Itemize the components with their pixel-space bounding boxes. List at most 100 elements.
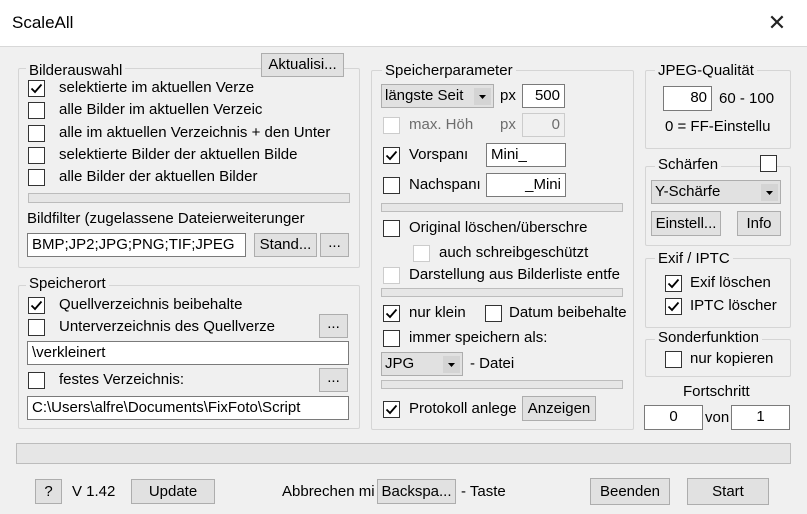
copy-only-label: nur kopieren	[690, 350, 774, 367]
subfolder-input[interactable]: \verkleinert	[27, 341, 349, 365]
format-suffix-label: - Datei	[470, 355, 515, 372]
fixed-folder-label: festes Verzeichnis:	[59, 371, 185, 388]
subfolder-checkbox[interactable]	[28, 319, 45, 336]
save-progress-bar-2	[381, 288, 623, 297]
progress-label: Fortschritt	[683, 383, 750, 400]
keep-date-checkbox[interactable]	[485, 305, 502, 322]
sharpen-checkbox[interactable]	[760, 155, 777, 172]
fixed-folder-browse-button[interactable]: ...	[319, 368, 348, 392]
exif-delete-label: Exif löschen	[690, 274, 771, 291]
suffix-label: Nachspanı	[409, 176, 481, 193]
selection-option-label: alle Bilder im aktuellen Verzeic	[59, 101, 263, 118]
help-button[interactable]: ?	[35, 479, 62, 504]
title-bar: ScaleAll ✕	[0, 0, 807, 47]
progress-of-label: von	[705, 409, 730, 426]
selection-option-checkbox[interactable]	[28, 125, 45, 142]
selection-option-checkbox[interactable]	[28, 80, 45, 97]
px-label: px	[500, 87, 516, 104]
sharpen-settings-button[interactable]: Einstell...	[651, 211, 721, 236]
keep-source-checkbox[interactable]	[28, 297, 45, 314]
fixed-folder-checkbox[interactable]	[28, 372, 45, 389]
selection-option-label: alle Bilder der aktuellen Bilder	[59, 168, 258, 185]
suffix-checkbox[interactable]	[383, 177, 400, 194]
filter-input[interactable]: BMP;JP2;JPG;PNG;TIF;JPEG	[27, 233, 246, 257]
cancel-key-button[interactable]: Backspa...	[377, 479, 456, 504]
checkmark-icon	[667, 278, 680, 289]
prefix-label: Vorspanı	[409, 146, 469, 163]
selection-progress-bar	[28, 193, 350, 203]
sharpen-group-label: Schärfen	[655, 156, 722, 174]
exif-delete-checkbox[interactable]	[665, 275, 682, 292]
save-params-group-label: Speicherparameter	[382, 62, 516, 80]
close-icon[interactable]: ✕	[752, 5, 802, 41]
storage-location-group-label: Speicherort	[26, 275, 109, 293]
special-group-label: Sonderfunktion	[655, 329, 762, 347]
quit-button[interactable]: Beenden	[590, 478, 670, 505]
jpeg-quality-range: 60 - 100	[719, 90, 775, 107]
checkmark-icon	[385, 150, 398, 161]
start-button[interactable]: Start	[687, 478, 769, 505]
list-display-label: Darstellung aus Bilderliste entfe	[409, 266, 620, 283]
checkmark-icon	[385, 308, 398, 319]
cancel-hint-suffix: - Taste	[461, 483, 506, 500]
jpeg-quality-input[interactable]: 80	[663, 86, 712, 111]
progress-current: 0	[644, 405, 703, 430]
chevron-down-icon	[761, 184, 778, 201]
save-progress-bar-3	[381, 380, 623, 389]
copy-only-checkbox[interactable]	[665, 351, 682, 368]
max-height-checkbox[interactable]	[383, 117, 400, 134]
refresh-button[interactable]: Aktualisi...	[261, 53, 344, 77]
chevron-down-icon	[474, 88, 491, 105]
exif-iptc-group	[645, 258, 791, 328]
side-select[interactable]: längste Seit	[381, 84, 494, 108]
fixed-folder-input[interactable]: C:\Users\alfre\Documents\FixFoto\Script	[27, 396, 349, 420]
only-small-label: nur klein	[409, 304, 466, 321]
selection-option-checkbox[interactable]	[28, 147, 45, 164]
subfolder-browse-button[interactable]: ...	[319, 314, 348, 338]
format-select[interactable]: JPG	[381, 352, 463, 376]
list-display-checkbox[interactable]	[383, 267, 400, 284]
log-checkbox[interactable]	[383, 401, 400, 418]
prefix-input[interactable]: Mini_	[486, 143, 566, 167]
sharpen-info-button[interactable]: Info	[737, 211, 781, 236]
checkmark-icon	[385, 404, 398, 415]
only-small-checkbox[interactable]	[383, 305, 400, 322]
keep-source-label: Quellverzeichnis beibehalte	[59, 296, 243, 313]
selection-option-checkbox[interactable]	[28, 169, 45, 186]
keep-date-label: Datum beibehalte	[509, 304, 627, 321]
suffix-input[interactable]: _Mini	[486, 173, 566, 197]
checkmark-icon	[30, 300, 43, 311]
overall-progress-bar	[16, 443, 791, 464]
format-select-value: JPG	[385, 355, 415, 372]
sharpen-select[interactable]: Y-Schärfe	[651, 180, 781, 204]
update-button[interactable]: Update	[131, 479, 215, 504]
jpeg-quality-group-label: JPEG-Qualität	[655, 62, 757, 80]
iptc-delete-checkbox[interactable]	[665, 298, 682, 315]
checkmark-icon	[30, 83, 43, 94]
window-title: ScaleAll	[12, 13, 74, 32]
delete-original-checkbox[interactable]	[383, 220, 400, 237]
always-save-label: immer speichern als:	[409, 329, 548, 346]
always-save-checkbox[interactable]	[383, 330, 400, 347]
chevron-down-icon	[443, 356, 460, 373]
max-height-label: max. Höh	[409, 116, 474, 133]
version-label: V 1.42	[72, 483, 116, 500]
sharpen-select-value: Y-Schärfe	[655, 183, 721, 200]
standard-button[interactable]: Stand...	[254, 233, 317, 257]
selection-option-label: alle im aktuellen Verzeichnis + den Unte…	[59, 124, 331, 141]
px-input[interactable]: 500	[522, 84, 565, 108]
filter-more-button[interactable]: ...	[320, 233, 349, 257]
log-label: Protokoll anlege	[409, 400, 517, 417]
save-progress-bar-1	[381, 203, 623, 212]
filter-label: Bildfilter (zugelassene Dateierweiterung…	[27, 210, 305, 227]
prefix-checkbox[interactable]	[383, 147, 400, 164]
max-height-input[interactable]: 0	[522, 113, 565, 137]
progress-total: 1	[731, 405, 790, 430]
write-protected-checkbox[interactable]	[413, 245, 430, 262]
jpeg-quality-note: 0 = FF-Einstellu	[665, 118, 771, 135]
write-protected-label: auch schreibgeschützt	[439, 244, 589, 261]
selection-option-label: selektierte Bilder der aktuellen Bilde	[59, 146, 298, 163]
checkmark-icon	[667, 301, 680, 312]
selection-option-checkbox[interactable]	[28, 102, 45, 119]
show-log-button[interactable]: Anzeigen	[522, 396, 596, 421]
